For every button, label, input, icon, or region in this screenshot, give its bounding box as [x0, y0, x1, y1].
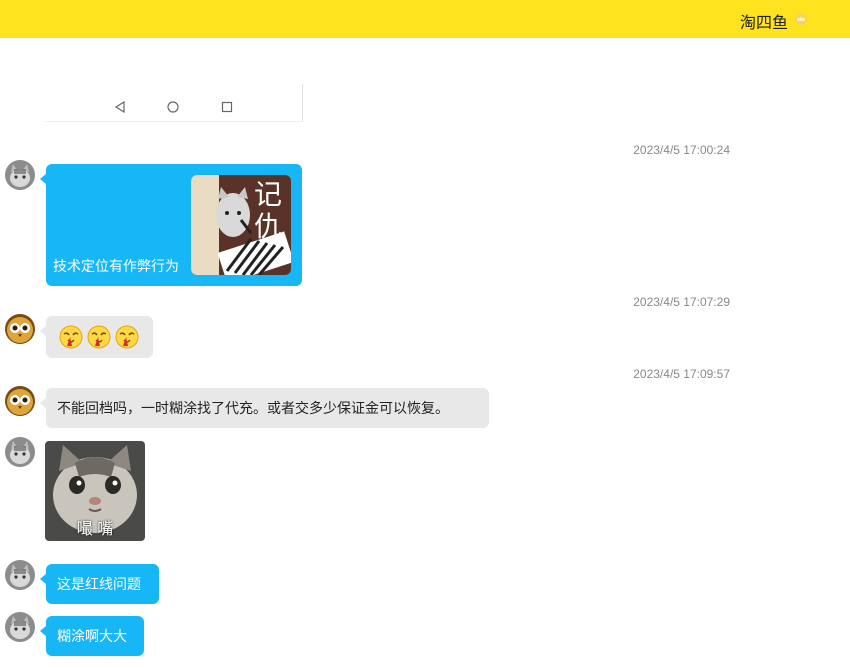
message-timestamp: 2023/4/5 17:07:29	[633, 295, 730, 309]
blood-nose-emoji	[59, 325, 83, 349]
message-timestamp: 2023/4/5 17:00:24	[633, 143, 730, 157]
message-timestamp: 2023/4/5 17:09:57	[633, 367, 730, 381]
cat-avatar-icon	[5, 612, 35, 642]
blood-nose-emoji	[115, 325, 139, 349]
avatar-owl[interactable]	[5, 314, 35, 344]
owl-avatar-icon	[5, 314, 35, 344]
avatar-owl[interactable]	[5, 386, 35, 416]
cat-avatar-icon	[5, 437, 35, 467]
chat-header: 淘四鱼	[0, 0, 850, 38]
sticker-caption: 记仇	[253, 178, 282, 243]
avatar-cat[interactable]	[5, 160, 35, 190]
message-bubble-emoji[interactable]	[40, 316, 153, 358]
back-triangle-icon	[114, 101, 125, 113]
avatar-cat[interactable]	[5, 560, 35, 590]
message-bubble-text[interactable]: 糊涂啊大大	[40, 616, 144, 656]
owl-avatar-icon	[5, 386, 35, 416]
message-text: 不能回档吗，一时糊涂找了代充。或者交多少保证金可以恢复。	[57, 400, 449, 416]
sticker-grudge[interactable]: 记仇	[191, 175, 291, 275]
phone-screenshot-fragment	[45, 84, 303, 122]
sticker-caption: 嘬 嘴	[76, 521, 114, 538]
message-bubble-image-text[interactable]: 技术定位有作弊行为 记仇	[40, 164, 302, 286]
avatar-cat[interactable]	[5, 612, 35, 642]
sticker-pout-cat[interactable]: 嘬 嘴	[45, 441, 145, 541]
contact-name[interactable]: 淘四鱼	[740, 9, 788, 33]
avatar-cat[interactable]	[5, 437, 35, 467]
home-circle-icon	[167, 101, 179, 113]
cat-avatar-icon	[5, 160, 35, 190]
recents-square-icon	[221, 101, 233, 113]
message-bubble-text[interactable]: 不能回档吗，一时糊涂找了代充。或者交多少保证金可以恢复。	[40, 388, 489, 428]
message-text: 这是红线问题	[57, 576, 141, 592]
message-text: 技术定位有作弊行为	[53, 258, 179, 274]
crown-badge-icon	[795, 13, 807, 25]
message-bubble-text[interactable]: 这是红线问题	[40, 564, 159, 604]
message-text: 糊涂啊大大	[57, 628, 127, 644]
cat-avatar-icon	[5, 560, 35, 590]
blood-nose-emoji	[87, 325, 111, 349]
